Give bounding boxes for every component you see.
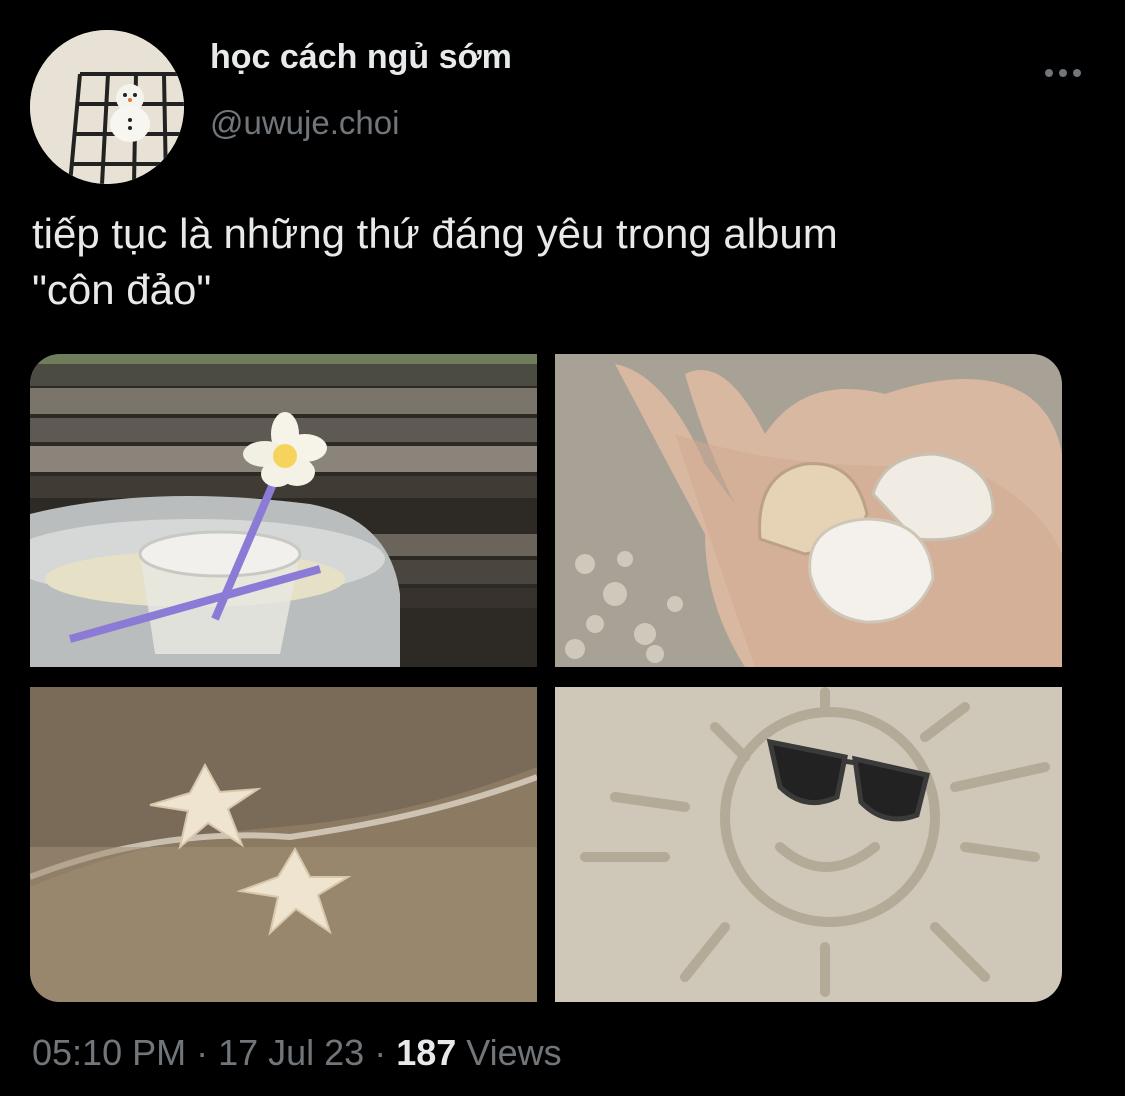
tweet-text: tiếp tục là những thứ đáng yêu trong alb… [32,210,838,313]
seashells-image [555,354,1062,667]
starfish-image [30,687,537,1002]
photo-seashells[interactable] [555,354,1062,667]
meta-separator: · [196,1032,209,1073]
tweet-date[interactable]: 17 Jul 23 [218,1032,364,1073]
media-grid [30,354,1062,1002]
drink-flower-image [30,354,537,667]
author-handle[interactable]: @uwuje.choi [210,104,399,142]
avatar-image [30,30,184,184]
meta-separator: · [374,1032,387,1073]
views-count: 187 [396,1032,457,1073]
photo-drink-flower[interactable] [30,354,537,667]
views-label: Views [466,1032,562,1073]
author-display-name[interactable]: học cách ngủ sớm [210,38,512,77]
more-options-button[interactable] [1040,60,1086,86]
tweet-meta: 05:10 PM · 17 Jul 23 · 187 Views [32,1032,562,1074]
photo-sand-sun[interactable] [555,687,1062,1002]
more-horizontal-icon [1045,69,1081,77]
sand-sun-image [555,687,1062,1002]
tweet-time[interactable]: 05:10 PM [32,1032,186,1073]
photo-starfish[interactable] [30,687,537,1002]
author-avatar[interactable] [30,30,184,184]
